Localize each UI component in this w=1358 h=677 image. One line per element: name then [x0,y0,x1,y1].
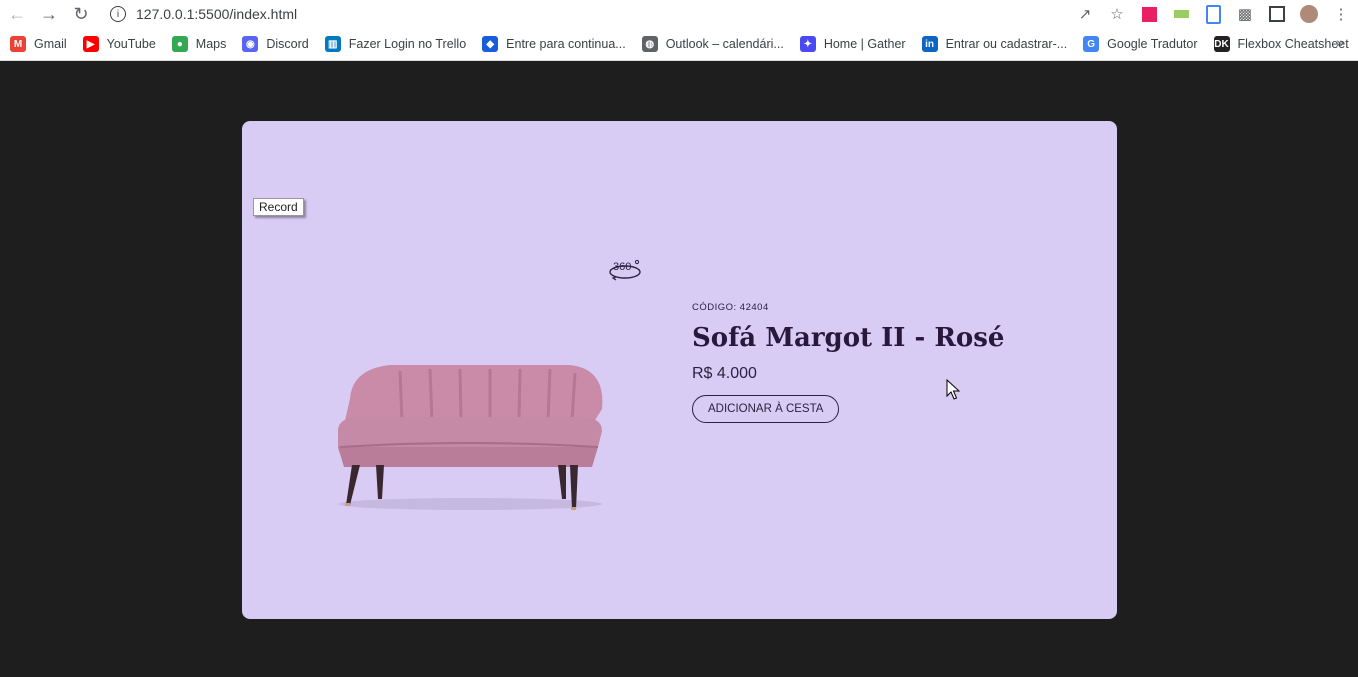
bookmark-label: Entrar ou cadastrar-... [945,37,1068,51]
more-bookmarks-icon[interactable]: » [1336,34,1344,50]
bookmark-label: Flexbox Cheatsheet [1237,37,1349,51]
youtube-icon: ▶ [82,36,99,52]
translate-icon: G [1083,36,1100,52]
extensions-puzzle-icon[interactable]: ▩ [1236,5,1254,23]
bookmark-item[interactable]: ✦ Home | Gather [799,36,906,52]
maps-icon: ● [171,36,188,52]
bookmark-star-icon[interactable]: ☆ [1108,5,1126,23]
address-bar[interactable]: i 127.0.0.1:5500/index.html [110,3,297,25]
bookmark-item[interactable]: G Google Tradutor [1083,36,1198,52]
bookmark-label: Google Tradutor [1107,37,1198,51]
share-icon[interactable]: ↗ [1076,5,1094,23]
bookmarks-bar: M Gmail ▶ YouTube ● Maps ◉ Discord ▥ Fazer Login … [0,28,1358,61]
product-title: Sofá Margot II - Rosé [692,323,1005,353]
bookmark-item[interactable]: ◉ Discord [242,36,309,52]
bitwarden-icon: ◆ [482,36,499,52]
extension-green-icon[interactable] [1172,5,1190,23]
bookmark-label: Outlook – calendári... [665,37,784,51]
bookmark-item[interactable]: in Entrar ou cadastrar-... [921,36,1068,52]
gmail-icon: M [10,36,26,52]
add-to-basket-button[interactable]: ADICIONAR À CESTA [692,395,840,423]
product-code: CÓDIGO: 42404 [692,302,769,313]
bookmark-item[interactable]: ▶ YouTube [82,36,156,52]
svg-text:360: 360 [613,261,631,273]
flexbox-icon: DK [1213,36,1230,52]
bookmark-item[interactable]: ▥ Fazer Login no Trello [324,36,467,52]
bookmark-label: Gmail [34,37,67,51]
bookmark-item[interactable]: ◆ Entre para continua... [482,36,626,52]
bookmark-label: Maps [195,37,227,51]
globe-icon: ◍ [641,36,658,52]
profile-avatar[interactable] [1300,5,1318,23]
linkedin-icon: in [921,36,938,52]
menu-kebab-icon[interactable]: ⋮ [1332,5,1350,23]
extension-device-icon[interactable] [1204,4,1222,24]
browser-toolbar: ← → ↻ i 127.0.0.1:5500/index.html ↗ ☆ ▩ … [0,0,1358,28]
sofa-image [338,365,603,510]
bookmark-label: YouTube [106,37,156,51]
mouse-cursor-icon [946,379,960,400]
bookmark-label: Entre para continua... [506,37,626,51]
trello-icon: ▥ [324,36,341,52]
side-panel-icon[interactable] [1268,5,1286,23]
toolbar-actions: ↗ ☆ ▩ ⋮ [1076,0,1350,28]
rotate-360-icon[interactable]: 360 [608,258,644,282]
url-text[interactable]: 127.0.0.1:5500/index.html [136,6,297,22]
bookmark-item[interactable]: ● Maps [171,36,227,52]
back-arrow-icon[interactable]: ← [6,3,28,25]
product-card: Record 360 CÓDIGO: 42404 Sofá Margot II … [242,121,1117,619]
record-tooltip: Record [253,198,304,216]
bookmark-label: Home | Gather [823,37,906,51]
bookmark-item[interactable]: ◍ Outlook – calendári... [641,36,784,52]
extension-red-icon[interactable] [1140,5,1158,23]
forward-arrow-icon[interactable]: → [38,3,60,25]
discord-icon: ◉ [242,36,259,52]
info-icon[interactable]: i [110,6,126,22]
bookmark-item[interactable]: DK Flexbox Cheatsheet [1213,36,1349,52]
gather-icon: ✦ [799,36,816,52]
page-viewport: Record 360 CÓDIGO: 42404 Sofá Margot II … [0,61,1358,677]
reload-icon[interactable]: ↻ [70,3,92,25]
bookmark-label: Fazer Login no Trello [348,37,467,51]
bookmark-label: Discord [266,37,309,51]
product-info: CÓDIGO: 42404 Sofá Margot II - Rosé R$ 4… [692,302,1004,423]
bookmark-item[interactable]: M Gmail [10,36,67,52]
